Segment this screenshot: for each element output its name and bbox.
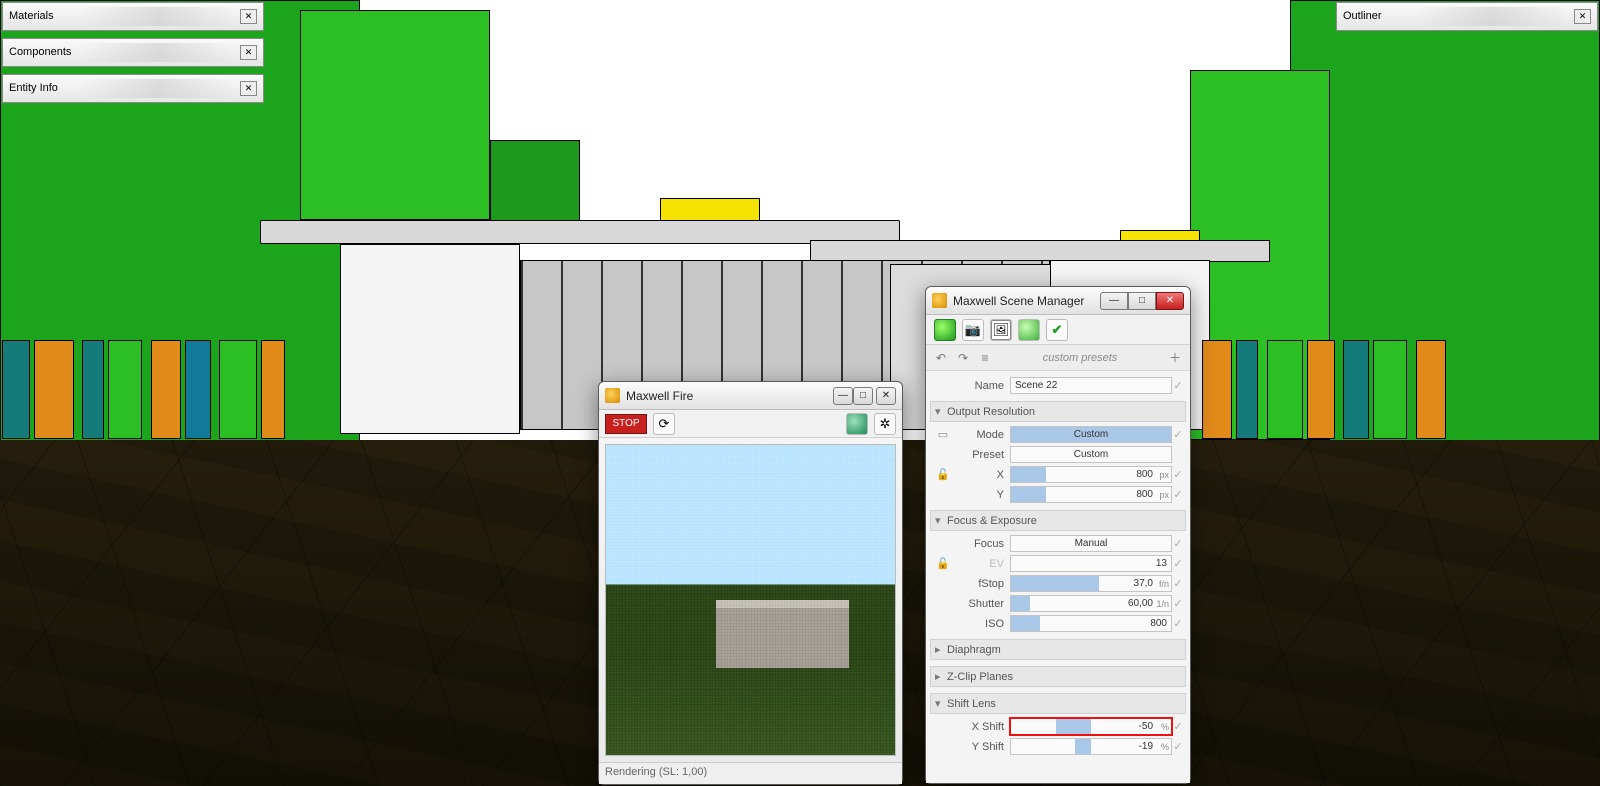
- msm-toolbar: 📷 🖼 ✔: [926, 315, 1190, 345]
- presets-bar: ↶ ↷ ≡ custom presets ＋: [926, 345, 1190, 371]
- section-zclip[interactable]: ▸ Z-Clip Planes: [930, 666, 1186, 687]
- gear-icon[interactable]: ✲: [874, 413, 896, 435]
- panel-outliner[interactable]: Outliner ✕: [1336, 2, 1598, 31]
- render-status: Rendering (SL: 1,00): [599, 762, 902, 784]
- checkmark-icon: ✓: [1172, 379, 1184, 392]
- section-shift-lens[interactable]: ▾ Shift Lens: [930, 693, 1186, 714]
- redo-icon[interactable]: ↷: [954, 349, 972, 367]
- presets-dropdown[interactable]: custom presets: [998, 352, 1162, 364]
- panel-outliner-label: Outliner: [1343, 3, 1382, 30]
- fstop-field[interactable]: 37,0 f/n: [1010, 575, 1172, 592]
- maximize-button[interactable]: □: [853, 387, 873, 405]
- mode-field[interactable]: Custom: [1010, 426, 1172, 443]
- minimize-button[interactable]: —: [1100, 292, 1128, 310]
- panel-components-label: Components: [9, 39, 71, 66]
- close-icon[interactable]: ✕: [240, 9, 257, 24]
- iso-field[interactable]: 800: [1010, 615, 1172, 632]
- close-icon[interactable]: ✕: [240, 45, 257, 60]
- name-label: Name: [954, 380, 1010, 392]
- disc-icon[interactable]: [1018, 319, 1040, 341]
- camera-icon[interactable]: 📷: [962, 319, 984, 341]
- close-icon[interactable]: ✕: [1574, 9, 1591, 24]
- panel-components[interactable]: Components ✕: [2, 38, 264, 67]
- window-title: Maxwell Scene Manager: [953, 294, 1084, 308]
- xshift-field[interactable]: -50 %: [1010, 718, 1172, 735]
- status-light-icon[interactable]: [934, 319, 956, 341]
- viewport-icon[interactable]: ▭: [932, 428, 954, 441]
- resolution-x-field[interactable]: 800 px: [1010, 466, 1172, 483]
- shutter-field[interactable]: 60,00 1/n: [1010, 595, 1172, 612]
- caret-down-icon: ▾: [935, 405, 947, 418]
- undo-icon[interactable]: ↶: [932, 349, 950, 367]
- environment-icon[interactable]: 🖼: [990, 319, 1012, 341]
- check-icon[interactable]: ✔: [1046, 319, 1068, 341]
- maxwell-fire-window[interactable]: Maxwell Fire — □ ✕ STOP ⟳ ✲ Rendering (S…: [598, 381, 903, 785]
- close-button[interactable]: ✕: [1156, 292, 1184, 310]
- minimize-button[interactable]: —: [833, 387, 853, 405]
- window-title: Maxwell Fire: [626, 389, 693, 403]
- lock-icon[interactable]: 🔓: [932, 557, 954, 570]
- panel-materials-label: Materials: [9, 3, 54, 30]
- maxwell-scene-manager-window[interactable]: Maxwell Scene Manager — □ ✕ 📷 🖼 ✔ ↶ ↷ ≡ …: [925, 286, 1191, 784]
- caret-right-icon: ▸: [935, 670, 947, 683]
- name-field[interactable]: Scene 22: [1010, 377, 1172, 394]
- add-preset-icon[interactable]: ＋: [1166, 349, 1184, 367]
- globe-icon[interactable]: [846, 413, 868, 435]
- titlebar[interactable]: Maxwell Fire — □ ✕: [599, 382, 902, 410]
- caret-down-icon: ▾: [935, 697, 947, 710]
- ev-field[interactable]: 13: [1010, 555, 1172, 572]
- section-focus-exposure[interactable]: ▾ Focus & Exposure: [930, 510, 1186, 531]
- preset-field[interactable]: Custom: [1010, 446, 1172, 463]
- refresh-icon[interactable]: ⟳: [653, 413, 675, 435]
- section-diaphragm[interactable]: ▸ Diaphragm: [930, 639, 1186, 660]
- maximize-button[interactable]: □: [1128, 292, 1156, 310]
- yshift-field[interactable]: -19 %: [1010, 738, 1172, 755]
- render-preview[interactable]: [605, 444, 896, 756]
- layers-icon[interactable]: ≡: [976, 349, 994, 367]
- caret-right-icon: ▸: [935, 643, 947, 656]
- panel-entityinfo-label: Entity Info: [9, 75, 58, 102]
- maxwell-icon: [932, 293, 947, 308]
- focus-field[interactable]: Manual: [1010, 535, 1172, 552]
- stop-button[interactable]: STOP: [605, 414, 647, 434]
- maxwell-icon: [605, 388, 620, 403]
- panel-materials[interactable]: Materials ✕: [2, 2, 264, 31]
- lock-icon[interactable]: 🔓: [932, 468, 954, 481]
- titlebar[interactable]: Maxwell Scene Manager — □ ✕: [926, 287, 1190, 315]
- section-output-resolution[interactable]: ▾ Output Resolution: [930, 401, 1186, 422]
- caret-down-icon: ▾: [935, 514, 947, 527]
- close-icon[interactable]: ✕: [240, 81, 257, 96]
- msm-body[interactable]: Name Scene 22 ✓ ▾ Output Resolution ▭ Mo…: [926, 371, 1190, 783]
- panel-entity-info[interactable]: Entity Info ✕: [2, 74, 264, 103]
- close-button[interactable]: ✕: [876, 387, 896, 405]
- resolution-y-field[interactable]: 800 px: [1010, 486, 1172, 503]
- fire-toolbar: STOP ⟳ ✲: [599, 410, 902, 438]
